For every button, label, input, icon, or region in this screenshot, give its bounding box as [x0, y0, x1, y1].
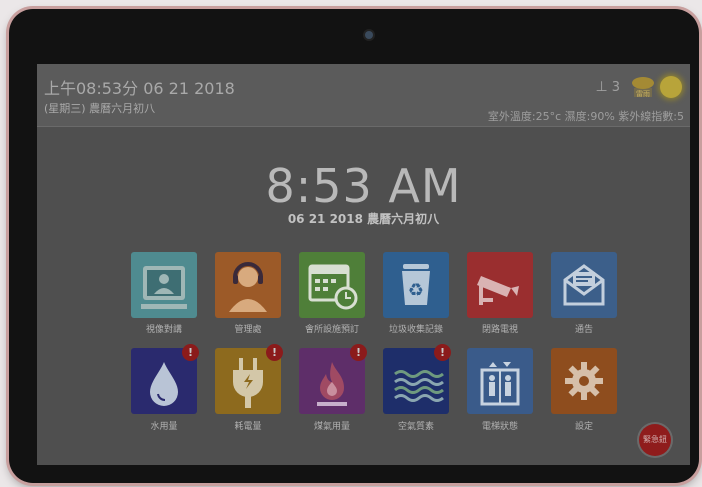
tile-video-intercom[interactable]	[131, 252, 197, 318]
tile-label-facility-booking: 會所設施預訂	[304, 325, 359, 335]
svg-text:♻: ♻	[408, 280, 424, 301]
tile-label-cctv: 閉路電視	[481, 325, 518, 335]
tile-garbage-record[interactable]: ♻	[383, 252, 449, 318]
main-date: 06 21 2018 農曆六月初八	[287, 212, 440, 226]
envelope-icon	[563, 264, 605, 306]
weather-stats: 室外溫度:25°c 濕度:90% 紫外線指數:5	[487, 110, 684, 123]
sun-icon	[660, 76, 682, 98]
tile-label-settings: 設定	[574, 422, 593, 432]
elevator-icon	[480, 362, 520, 406]
status-bar: 上午08:53分 06 21 2018 (星期三) 農曆六月初八 ⊥ 3 雷雨 …	[37, 64, 690, 127]
gas-alert-badge: !	[350, 344, 367, 361]
tile-label-garbage-record: 垃圾收集記錄	[388, 325, 443, 335]
cctv-camera-icon	[477, 276, 519, 305]
management-agent-icon	[229, 262, 267, 312]
tile-management[interactable]	[215, 252, 281, 318]
tile-notices[interactable]	[551, 252, 617, 318]
signal-antenna-icon: ⊥	[595, 79, 608, 95]
signal-level: 3	[611, 79, 620, 95]
calendar-booking-icon	[308, 264, 358, 310]
gear-icon	[565, 362, 603, 400]
tile-label-water-usage: 水用量	[150, 422, 178, 432]
tile-label-management: 管理處	[234, 325, 262, 335]
camera-icon	[365, 31, 373, 39]
current-datetime: 上午08:53分 06 21 2018	[44, 79, 235, 98]
emergency-button[interactable]: 緊急鈕	[639, 424, 671, 456]
tile-label-air-quality: 空氣質素	[397, 422, 434, 432]
recycle-bin-icon: ♻	[402, 264, 430, 305]
weather-badge-text: 雷雨	[636, 90, 650, 98]
weekday-lunar-date: (星期三) 農曆六月初八	[44, 102, 156, 115]
main-clock: 8:53 AM	[265, 159, 462, 213]
weather-indicators: ⊥ 3 雷雨	[596, 74, 682, 100]
tile-label-notices: 通告	[574, 325, 593, 335]
tablet-frame: 上午08:53分 06 21 2018 (星期三) 農曆六月初八 ⊥ 3 雷雨 …	[9, 9, 699, 483]
air-alert-badge: !	[434, 344, 451, 361]
tile-cctv[interactable]	[467, 252, 533, 318]
home-screen: 上午08:53分 06 21 2018 (星期三) 農曆六月初八 ⊥ 3 雷雨 …	[37, 64, 690, 465]
tile-label-power-usage: 耗電量	[234, 422, 262, 432]
water-alert-badge: !	[182, 344, 199, 361]
tile-settings[interactable]	[551, 348, 617, 414]
video-intercom-icon	[141, 266, 187, 309]
tile-facility-booking[interactable]	[299, 252, 365, 318]
power-alert-badge: !	[266, 344, 283, 361]
tile-elevator-status[interactable]	[467, 348, 533, 414]
tile-label-video-intercom: 視像對講	[145, 325, 182, 335]
tile-label-gas-usage: 煤氣用量	[313, 422, 350, 432]
thunderstorm-icon: 雷雨	[630, 75, 656, 99]
tile-label-elevator-status: 電梯狀態	[481, 422, 518, 432]
